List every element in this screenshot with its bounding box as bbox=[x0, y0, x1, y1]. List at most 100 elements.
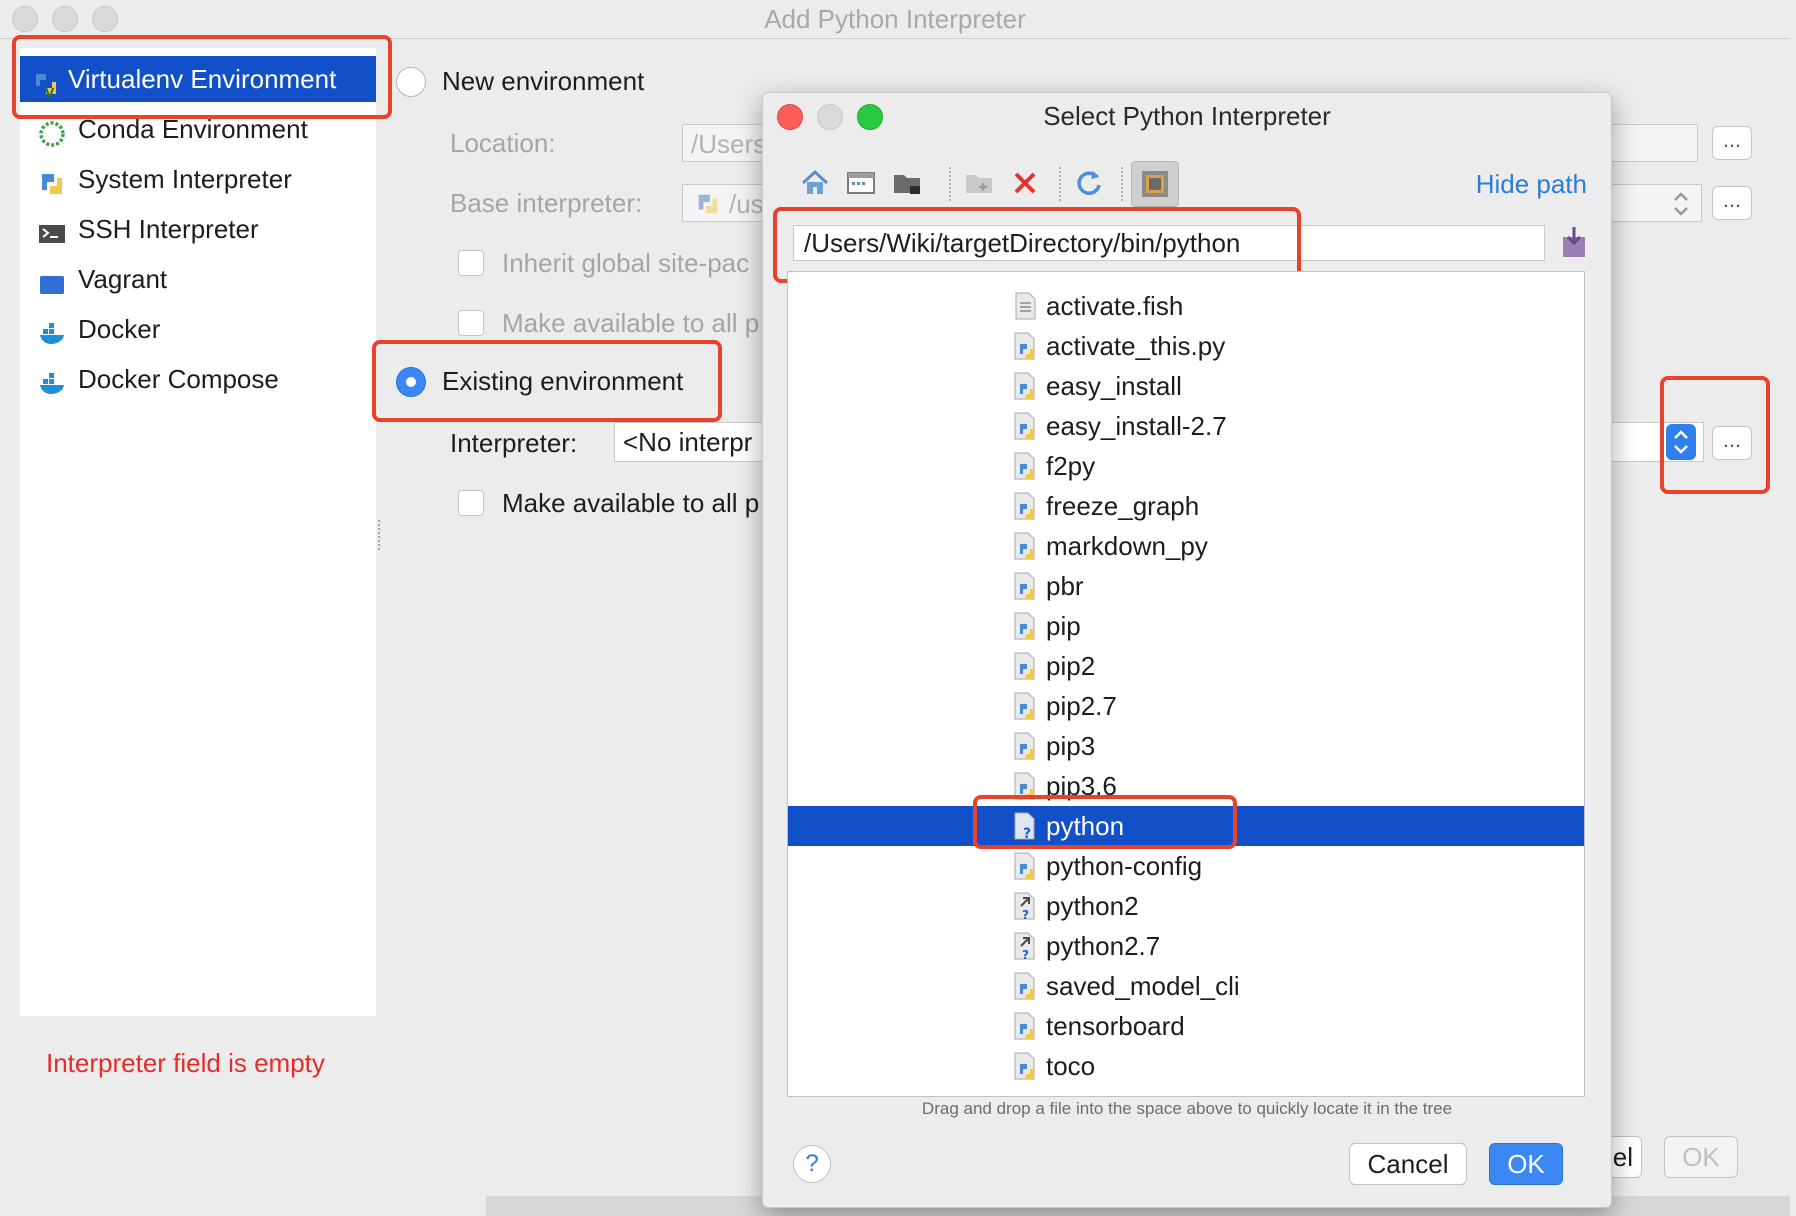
file-row[interactable]: freeze_graph bbox=[788, 486, 1584, 526]
sidebar-item-label: SSH Interpreter bbox=[78, 214, 259, 244]
delete-icon[interactable] bbox=[1009, 167, 1041, 199]
sidebar-item-label: Docker bbox=[78, 314, 161, 344]
file-name: toco bbox=[1046, 1051, 1096, 1081]
file-row[interactable]: pip2.7 bbox=[788, 686, 1584, 726]
file-name: python2.7 bbox=[1046, 931, 1161, 961]
desktop-icon[interactable] bbox=[845, 167, 877, 199]
highlight-box-existing bbox=[372, 340, 722, 422]
home-icon[interactable] bbox=[799, 167, 831, 199]
base-interpreter-dropdown[interactable] bbox=[1666, 186, 1696, 222]
python-file-icon bbox=[1012, 492, 1038, 520]
project-folder-icon[interactable] bbox=[891, 167, 923, 199]
dialog-cancel-button[interactable]: Cancel bbox=[1349, 1143, 1467, 1185]
file-name: pip bbox=[1046, 611, 1081, 641]
file-row[interactable]: activate.fish bbox=[788, 286, 1584, 326]
sidebar-item-docker[interactable]: Docker bbox=[30, 306, 386, 352]
file-row[interactable]: pbr bbox=[788, 566, 1584, 606]
file-name: markdown_py bbox=[1046, 531, 1208, 561]
file-name: easy_install-2.7 bbox=[1046, 411, 1227, 441]
new-folder-icon[interactable] bbox=[963, 167, 995, 199]
toolbar-separator bbox=[1121, 167, 1123, 201]
file-row[interactable]: activate_this.py bbox=[788, 326, 1584, 366]
show-hidden-toggle[interactable] bbox=[1131, 161, 1179, 207]
python-file-icon bbox=[1012, 532, 1038, 560]
file-name: f2py bbox=[1046, 451, 1096, 481]
file-name: python2 bbox=[1046, 891, 1139, 921]
file-row[interactable]: saved_model_cli bbox=[788, 966, 1584, 1006]
python-file-icon bbox=[1012, 572, 1038, 600]
python-file-icon bbox=[1012, 1052, 1038, 1080]
make-available-label-1: Make available to all p bbox=[502, 308, 760, 338]
new-environment-radio[interactable] bbox=[396, 67, 426, 97]
python-file-icon bbox=[1012, 332, 1038, 360]
highlight-box-python bbox=[973, 795, 1237, 849]
sidebar-item-system[interactable]: System Interpreter bbox=[30, 156, 386, 202]
sidebar-item-label: System Interpreter bbox=[78, 164, 292, 194]
window-title: Add Python Interpreter bbox=[764, 4, 1026, 34]
file-row[interactable]: ? python2 bbox=[788, 886, 1584, 926]
terminal-icon bbox=[38, 216, 66, 244]
file-row[interactable]: easy_install-2.7 bbox=[788, 406, 1584, 446]
file-row[interactable]: ? python2.7 bbox=[788, 926, 1584, 966]
python-file-icon bbox=[1012, 732, 1038, 760]
svg-text:?: ? bbox=[1022, 908, 1029, 920]
location-label: Location: bbox=[450, 128, 556, 158]
refresh-icon[interactable] bbox=[1073, 167, 1105, 199]
toolbar-separator bbox=[949, 167, 951, 201]
hide-path-link[interactable]: Hide path bbox=[1476, 169, 1587, 200]
file-row[interactable]: f2py bbox=[788, 446, 1584, 486]
python-file-icon bbox=[1012, 692, 1038, 720]
file-name: freeze_graph bbox=[1046, 491, 1200, 521]
location-browse-button[interactable]: ... bbox=[1712, 126, 1752, 160]
file-row[interactable]: python-config bbox=[788, 846, 1584, 886]
file-row[interactable]: markdown_py bbox=[788, 526, 1584, 566]
symlink-file-icon: ? bbox=[1012, 892, 1038, 922]
base-interpreter-browse-button[interactable]: ... bbox=[1712, 186, 1752, 220]
base-interpreter-label: Base interpreter: bbox=[450, 188, 643, 218]
dialog-ok-button[interactable]: OK bbox=[1489, 1143, 1563, 1185]
sidebar-item-label: Docker Compose bbox=[78, 364, 279, 394]
file-row[interactable]: toco bbox=[788, 1046, 1584, 1086]
file-tree[interactable]: activate.fish activate_this.py easy_instal… bbox=[787, 271, 1585, 1097]
sidebar-item-ssh[interactable]: SSH Interpreter bbox=[30, 206, 386, 252]
download-icon[interactable] bbox=[1559, 225, 1589, 259]
conda-icon bbox=[38, 116, 66, 147]
file-name: pip3 bbox=[1046, 731, 1096, 761]
file-name: tensorboard bbox=[1046, 1011, 1185, 1041]
make-available-checkbox-1[interactable] bbox=[458, 310, 484, 336]
file-row[interactable]: tensorboard bbox=[788, 1006, 1584, 1046]
new-environment-label: New environment bbox=[442, 66, 645, 96]
make-available-checkbox-2[interactable] bbox=[458, 490, 484, 516]
file-name: easy_install bbox=[1046, 371, 1182, 401]
splitter-handle[interactable] bbox=[378, 520, 384, 550]
python-file-icon bbox=[1012, 1012, 1038, 1040]
file-name: python-config bbox=[1046, 851, 1203, 881]
sidebar-item-docker-compose[interactable]: Docker Compose bbox=[30, 356, 386, 402]
python-icon bbox=[38, 166, 66, 194]
file-row[interactable]: easy_install bbox=[788, 366, 1584, 406]
interpreter-value: <No interpr bbox=[623, 427, 753, 457]
file-row[interactable]: pip2 bbox=[788, 646, 1584, 686]
inherit-site-packages-label: Inherit global site-pac bbox=[502, 248, 750, 278]
window-titlebar: Add Python Interpreter bbox=[0, 0, 1790, 39]
error-message: Interpreter field is empty bbox=[46, 1048, 325, 1078]
python-file-icon bbox=[1012, 372, 1038, 400]
python-icon bbox=[695, 191, 721, 221]
interpreter-label: Interpreter: bbox=[450, 428, 578, 458]
file-row[interactable]: pip bbox=[788, 606, 1584, 646]
main-ok-button[interactable]: OK bbox=[1664, 1136, 1738, 1178]
docker-compose-icon bbox=[38, 366, 66, 394]
vagrant-icon bbox=[38, 266, 66, 294]
inherit-site-packages-checkbox[interactable] bbox=[458, 250, 484, 276]
file-name: pip2 bbox=[1046, 651, 1096, 681]
select-interpreter-dialog: Select Python Interpreter Hide path /Use… bbox=[762, 92, 1612, 1208]
help-button[interactable]: ? bbox=[793, 1145, 831, 1183]
dialog-title: Select Python Interpreter bbox=[1043, 101, 1331, 131]
symlink-file-icon: ? bbox=[1012, 932, 1038, 962]
svg-text:?: ? bbox=[1022, 948, 1029, 960]
file-row[interactable]: pip3 bbox=[788, 726, 1584, 766]
sidebar-item-vagrant[interactable]: Vagrant bbox=[30, 256, 386, 302]
highlight-box-browse bbox=[1660, 376, 1770, 494]
text-file-icon bbox=[1012, 292, 1038, 320]
python-file-icon bbox=[1012, 652, 1038, 680]
